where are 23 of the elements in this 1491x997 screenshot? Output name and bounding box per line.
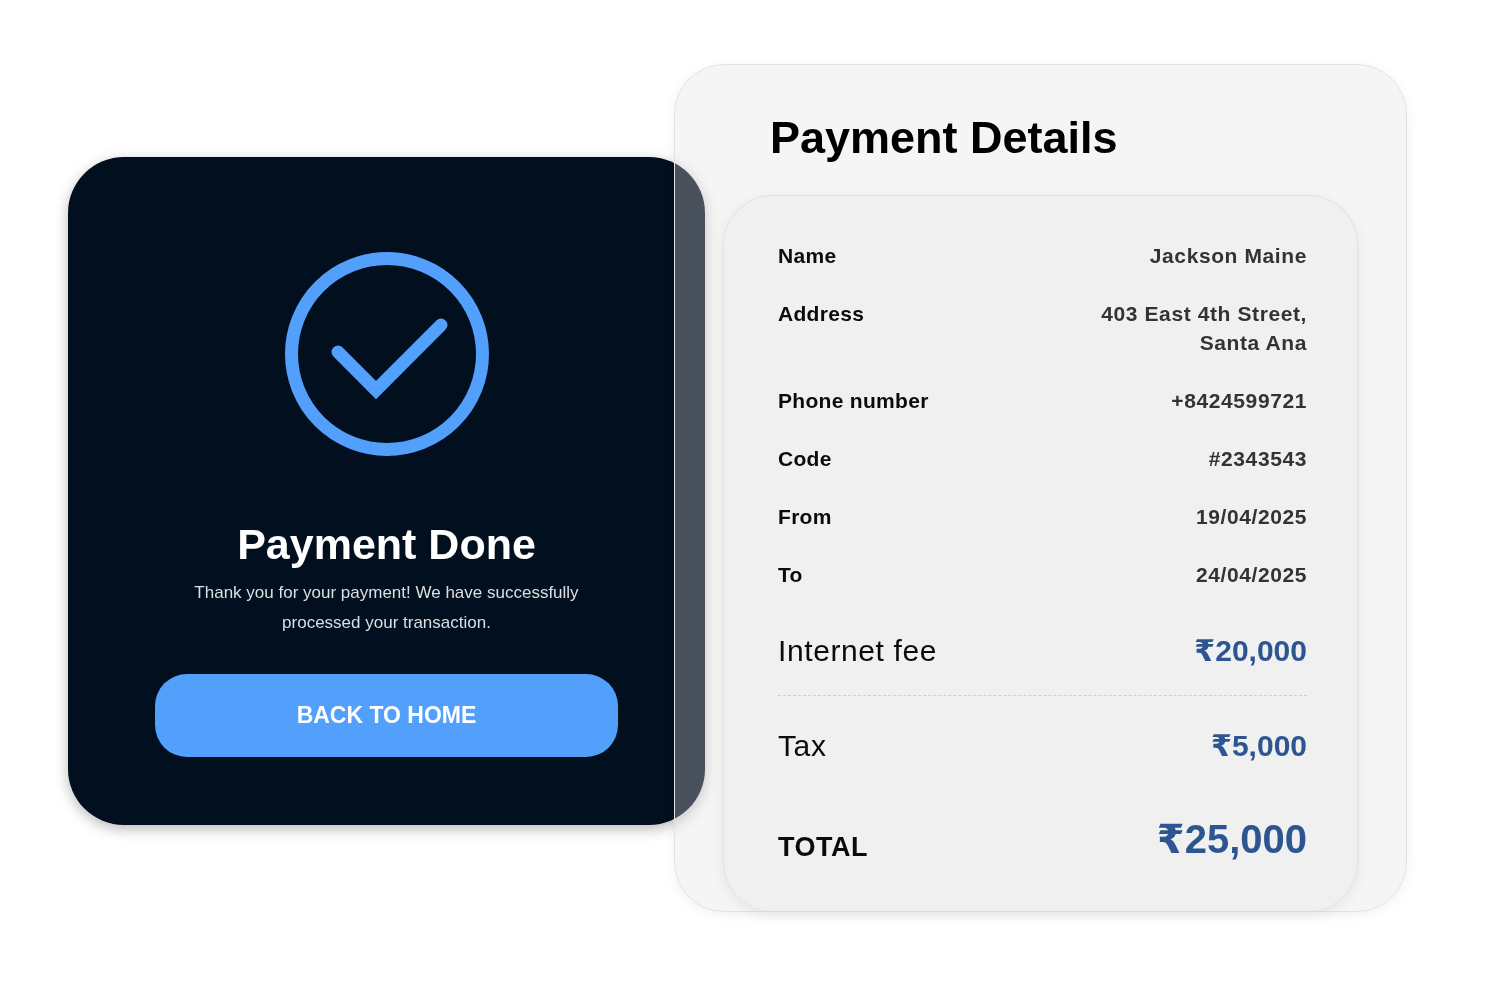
detail-label: Name [778,243,837,269]
back-to-home-button[interactable]: BACK TO HOME [155,674,618,757]
detail-label: Phone number [778,388,929,414]
detail-label: Code [778,446,832,472]
detail-value: +8424599721 [1171,388,1307,414]
detail-value: 19/04/2025 [1195,504,1307,530]
detail-label: Address [778,301,865,327]
details-title: Payment Details [770,112,1119,164]
total-label: TOTAL [778,831,868,864]
detail-label: From [778,504,832,530]
detail-value: 24/04/2025 [1195,562,1307,588]
total-amount: ₹25,000 [1156,816,1307,862]
success-title: Payment Done [237,519,536,569]
fee-label: Internet fee [778,633,937,669]
detail-value: 403 East 4th Street, Santa Ana [1100,301,1307,356]
fee-amount: ₹20,000 [1194,633,1307,669]
fee-amount: ₹5,000 [1211,728,1307,764]
detail-value: Jackson Maine [1149,243,1307,269]
detail-label: To [778,562,803,588]
detail-value: #2343543 [1208,446,1307,472]
fee-label: Tax [778,728,827,764]
check-circle-icon [284,252,489,456]
success-message: Thank you for your payment! We have successfully processed your transaction. [193,582,580,634]
